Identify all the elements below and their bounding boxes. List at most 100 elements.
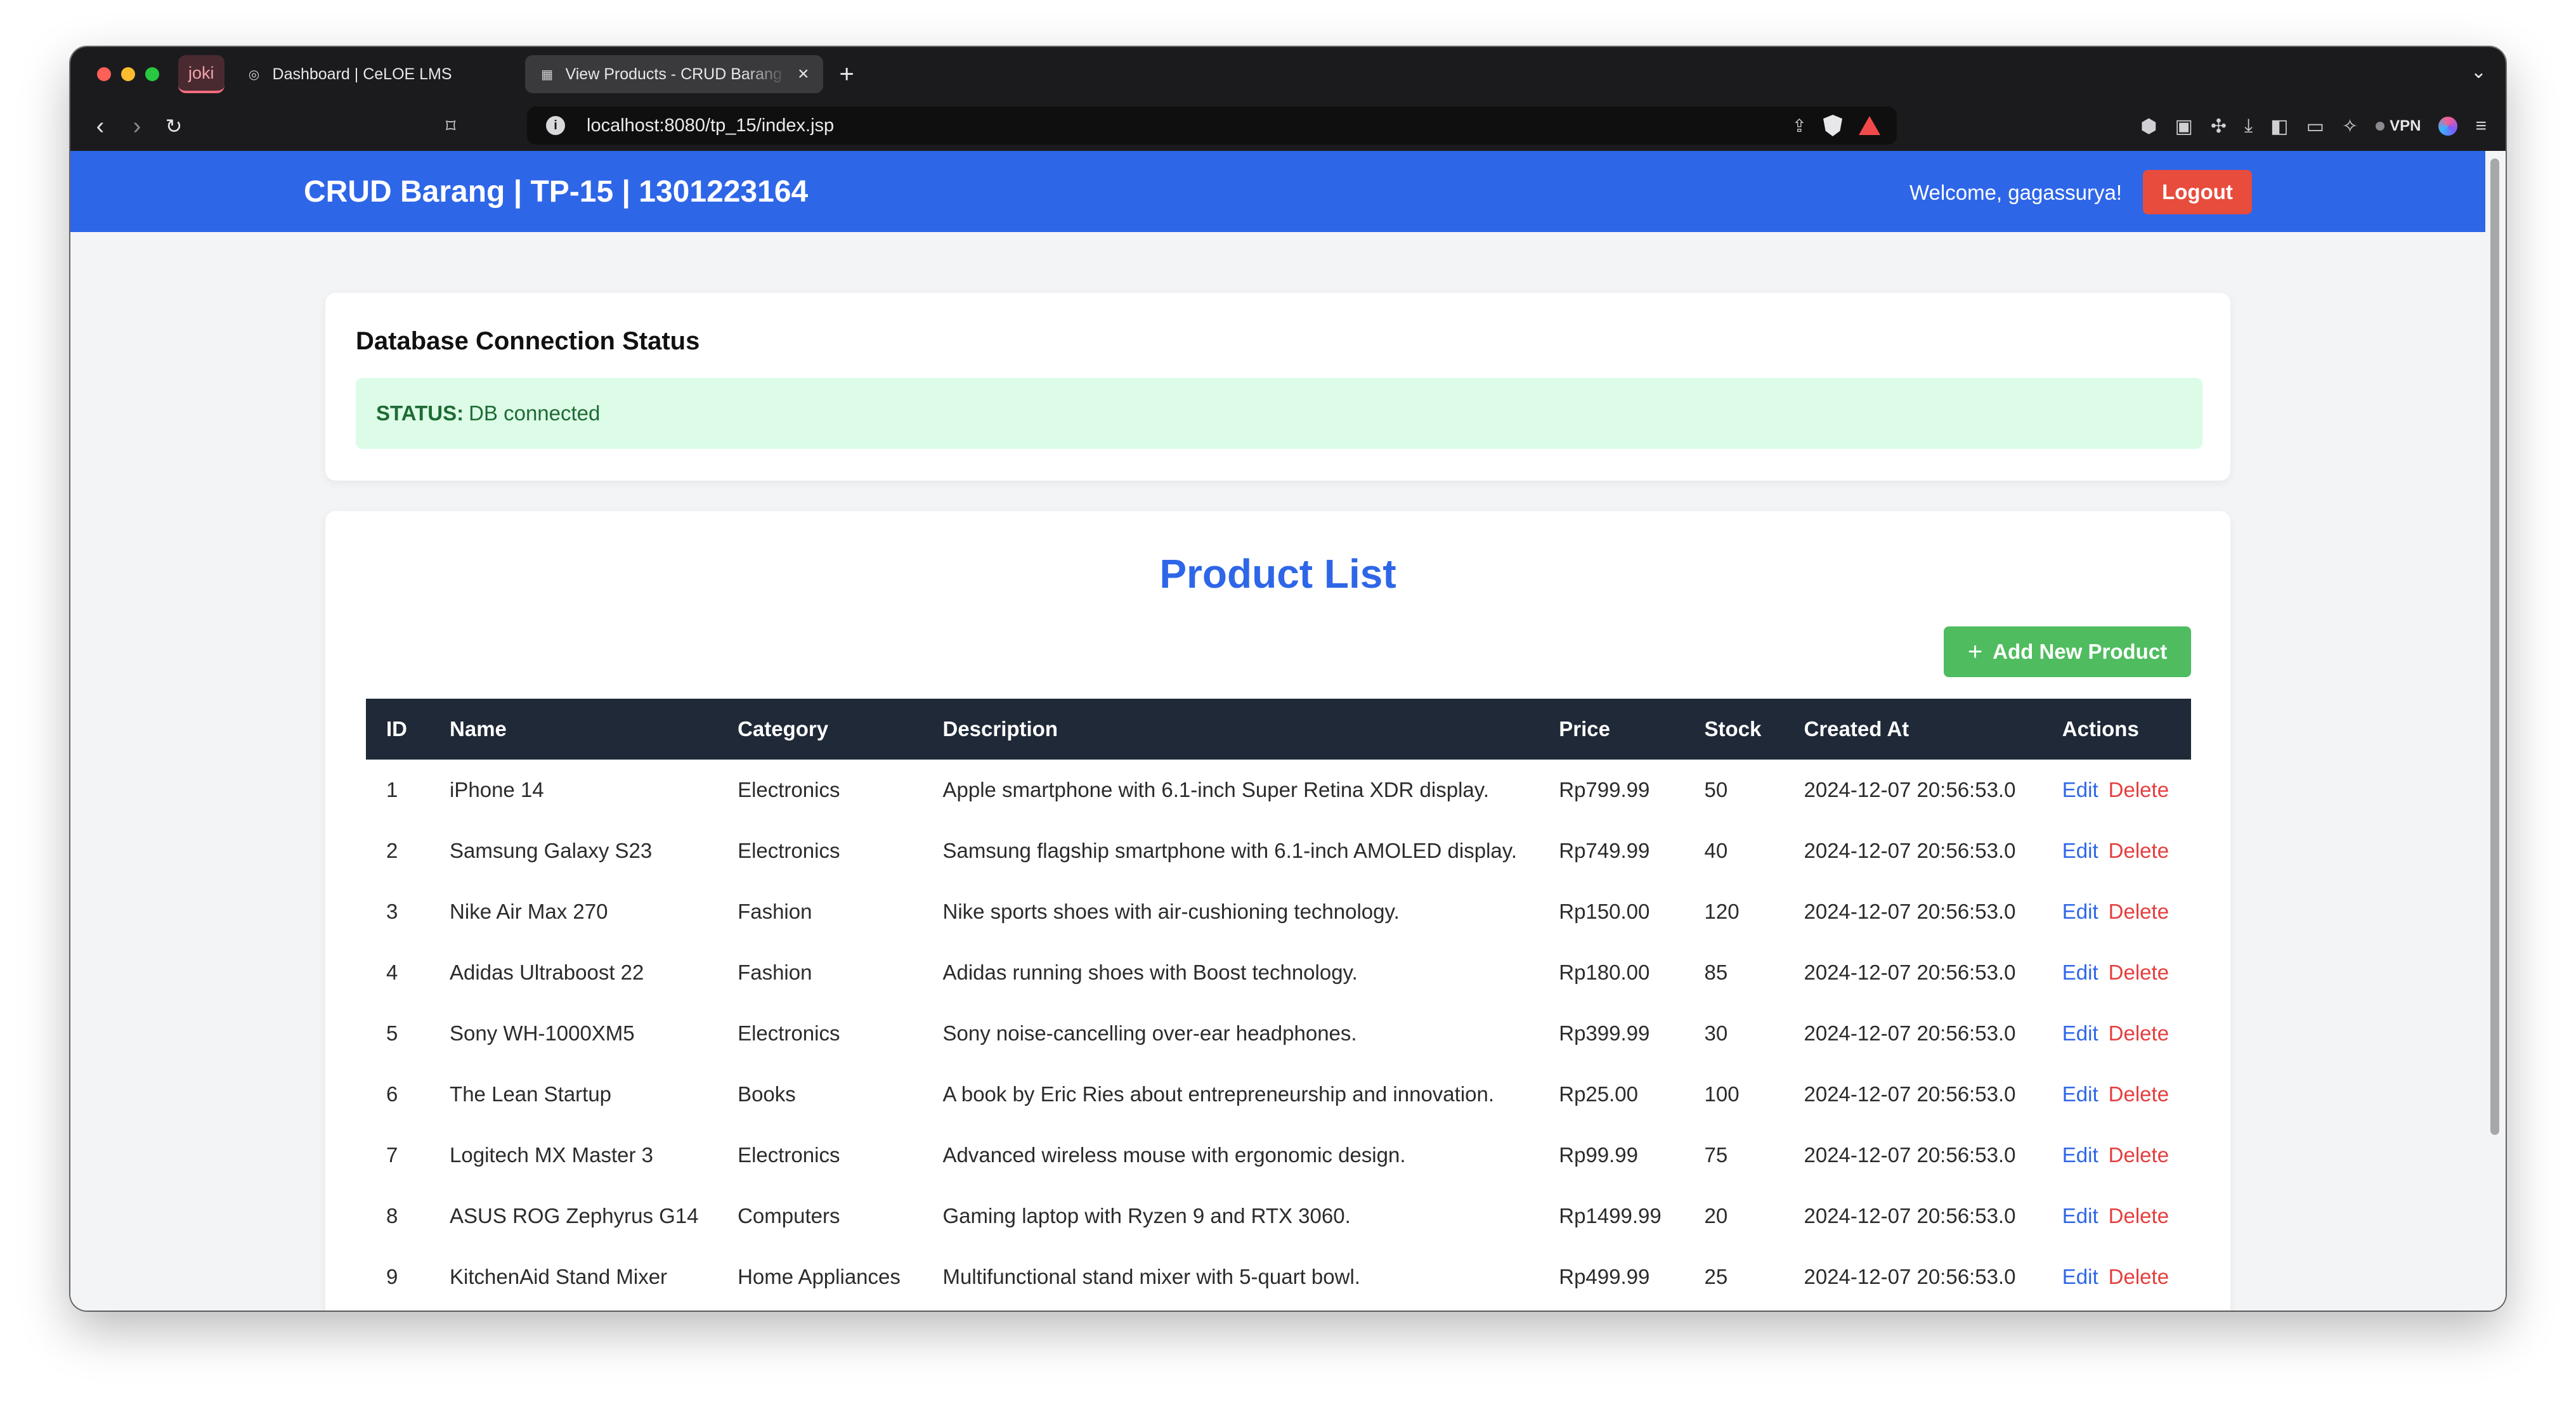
cell-name: iPhone 14 [450, 778, 544, 801]
edit-link[interactable]: Edit [2062, 1265, 2098, 1288]
page-favicon-icon: ▦ [541, 67, 553, 82]
cell-created-at: 2024-12-07 20:56:53.0 [1804, 1204, 2016, 1227]
logout-button[interactable]: Logout [2143, 170, 2252, 214]
url-text[interactable]: localhost:8080/tp_15/index.jsp [587, 115, 834, 136]
chevron-down-icon[interactable]: ⌄ [2471, 61, 2487, 83]
delete-link[interactable]: Delete [2109, 1265, 2169, 1288]
cell-stock: 50 [1704, 778, 1728, 801]
tab-strip: joki ◎ Dashboard | CeLOE LMS ▦ View Prod… [70, 47, 2506, 101]
cell-created-at: 2024-12-07 20:56:53.0 [1804, 1265, 2016, 1288]
window-controls [97, 67, 159, 81]
cell-price: Rp499.99 [1559, 1265, 1650, 1288]
close-window-button[interactable] [97, 67, 111, 81]
edit-link[interactable]: Edit [2062, 1204, 2098, 1227]
forward-icon[interactable]: › [119, 113, 155, 140]
table-row: 6 The Lean Startup Books A book by Eric … [366, 1064, 2191, 1125]
brave-shield-icon[interactable] [1823, 115, 1842, 136]
page-viewport: CRUD Barang | TP-15 | 1301223164 Welcome… [70, 151, 2485, 1311]
bookmark-icon[interactable]: ⌑ [446, 115, 455, 138]
tab-label: View Products - CRUD Barang | TP-15 [565, 65, 788, 83]
ai-sparkle-icon[interactable]: ✧ [2342, 115, 2358, 138]
reader-mode-icon[interactable]: ▣ [2175, 115, 2193, 138]
back-icon[interactable]: ‹ [82, 113, 119, 140]
cell-price: Rp749.99 [1559, 839, 1650, 862]
cell-price: Rp799.99 [1559, 778, 1650, 801]
extension-icon[interactable]: ⬢ [2140, 115, 2157, 138]
delete-link[interactable]: Delete [2109, 1021, 2169, 1045]
address-bar[interactable]: i localhost:8080/tp_15/index.jsp ⇪ [527, 107, 1897, 145]
cell-created-at: 2024-12-07 20:56:53.0 [1804, 961, 2016, 984]
cell-id: 6 [386, 1082, 398, 1106]
browser-toolbar: ‹ › ↻ ⌑ i localhost:8080/tp_15/index.jsp… [70, 101, 2506, 151]
tab-view-products[interactable]: ▦ View Products - CRUD Barang | TP-15 × [524, 55, 823, 93]
cell-actions: Edit Delete [2042, 1003, 2191, 1064]
puzzle-extensions-icon[interactable]: ✣ [2211, 115, 2227, 138]
plus-icon: + [1967, 637, 1983, 666]
cell-id: 4 [386, 961, 398, 984]
edit-link[interactable]: Edit [2062, 961, 2098, 984]
delete-link[interactable]: Delete [2109, 1143, 2169, 1167]
cell-id: 3 [386, 900, 398, 923]
products-table: ID Name Category Description Price Stock… [366, 699, 2191, 1307]
cell-name: Logitech MX Master 3 [450, 1143, 654, 1167]
cell-category: Electronics [738, 778, 840, 801]
address-bar-actions: ⇪ [1792, 107, 1880, 145]
delete-link[interactable]: Delete [2109, 1082, 2169, 1106]
cell-price: Rp399.99 [1559, 1021, 1650, 1045]
cell-actions: Edit Delete [2042, 760, 2191, 820]
edit-link[interactable]: Edit [2062, 900, 2098, 923]
menu-icon[interactable]: ≡ [2475, 115, 2487, 137]
cell-description: Apple smartphone with 6.1-inch Super Ret… [942, 778, 1489, 801]
table-row: 3 Nike Air Max 270 Fashion Nike sports s… [366, 881, 2191, 942]
cell-stock: 20 [1704, 1204, 1728, 1227]
cell-price: Rp1499.99 [1559, 1204, 1662, 1227]
reload-icon[interactable]: ↻ [155, 114, 192, 138]
scrollbar-thumb[interactable] [2490, 159, 2499, 1135]
cell-actions: Edit Delete [2042, 881, 2191, 942]
vpn-button[interactable]: VPN [2376, 117, 2421, 135]
edit-link[interactable]: Edit [2062, 1021, 2098, 1045]
cell-stock: 30 [1704, 1021, 1728, 1045]
delete-link[interactable]: Delete [2109, 839, 2169, 862]
cell-description: Samsung flagship smartphone with 6.1-inc… [942, 839, 1517, 862]
cell-stock: 100 [1704, 1082, 1740, 1106]
tab-group-chip[interactable]: joki [178, 55, 224, 93]
lms-favicon-icon: ◎ [248, 67, 260, 82]
status-alert: STATUS: DB connected [356, 378, 2202, 449]
cell-stock: 40 [1704, 839, 1728, 862]
maximize-window-button[interactable] [145, 67, 159, 81]
delete-link[interactable]: Delete [2109, 900, 2169, 923]
cell-name: The Lean Startup [450, 1082, 612, 1106]
edit-link[interactable]: Edit [2062, 839, 2098, 862]
close-tab-icon[interactable]: × [798, 63, 809, 85]
delete-link[interactable]: Delete [2109, 778, 2169, 801]
wallet-icon[interactable]: ▭ [2306, 115, 2324, 138]
sidebar-icon[interactable]: ◧ [2270, 115, 2288, 138]
new-tab-button[interactable]: + [840, 60, 854, 89]
site-info-icon[interactable]: i [546, 116, 565, 135]
edit-link[interactable]: Edit [2062, 1082, 2098, 1106]
column-header-stock: Stock [1704, 717, 1762, 741]
cell-price: Rp99.99 [1559, 1143, 1638, 1167]
delete-link[interactable]: Delete [2109, 961, 2169, 984]
product-list-card: Product List + Add New Product ID Name C… [325, 511, 2230, 1311]
cell-name: KitchenAid Stand Mixer [450, 1265, 668, 1288]
leo-icon[interactable] [2438, 117, 2458, 136]
product-list-title: Product List [1159, 551, 1396, 597]
app-header: CRUD Barang | TP-15 | 1301223164 Welcome… [70, 151, 2485, 232]
share-icon[interactable]: ⇪ [1792, 115, 1807, 136]
edit-link[interactable]: Edit [2062, 1143, 2098, 1167]
cell-id: 2 [386, 839, 398, 862]
edit-link[interactable]: Edit [2062, 778, 2098, 801]
cell-description: Adidas running shoes with Boost technolo… [942, 961, 1358, 984]
brave-rewards-icon[interactable] [1859, 116, 1880, 135]
add-product-button[interactable]: + Add New Product [1944, 626, 2191, 677]
column-header-id: ID [386, 717, 407, 741]
tab-dashboard[interactable]: ◎ Dashboard | CeLOE LMS [232, 55, 517, 93]
download-icon[interactable]: ⤓ [2244, 115, 2253, 137]
cell-stock: 75 [1704, 1143, 1728, 1167]
page-scrollbar[interactable] [2485, 151, 2506, 1311]
column-header-created-at: Created At [1804, 717, 1909, 741]
delete-link[interactable]: Delete [2109, 1204, 2169, 1227]
minimize-window-button[interactable] [121, 67, 135, 81]
